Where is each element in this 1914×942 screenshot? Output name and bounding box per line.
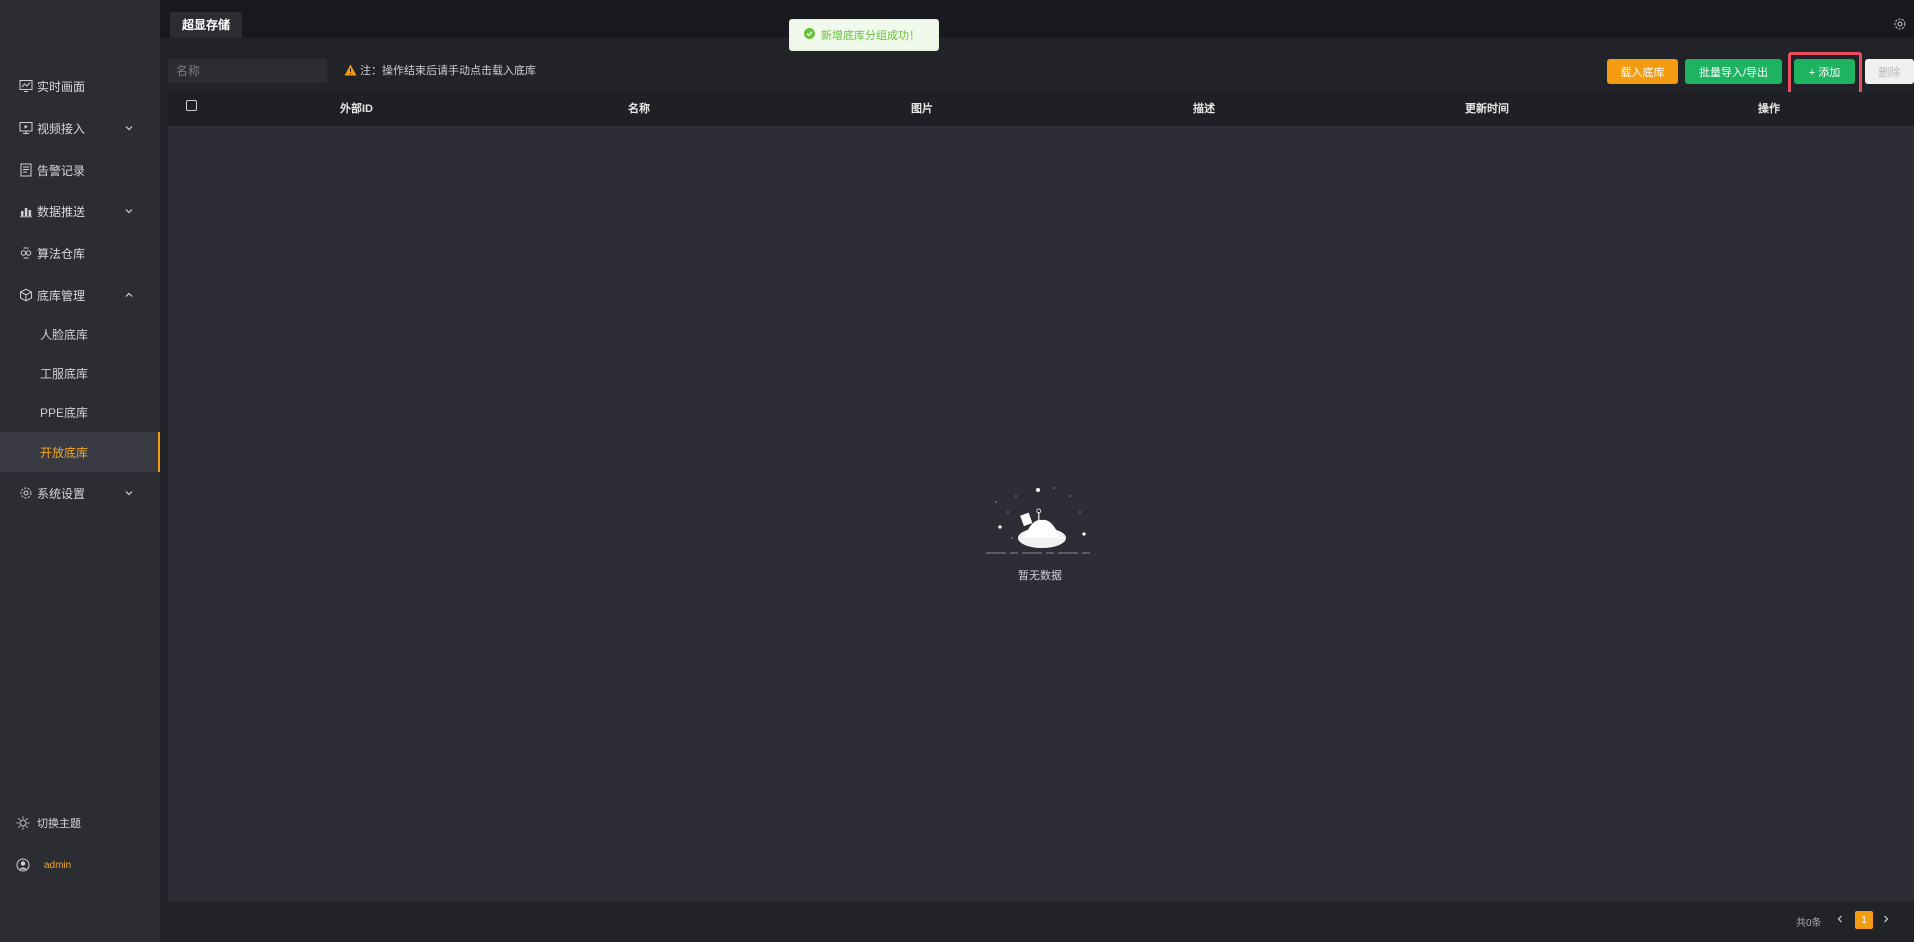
user-menu[interactable]: admin bbox=[0, 850, 160, 880]
algorithm-icon bbox=[19, 246, 33, 260]
success-toast: 新增底库分组成功！ bbox=[789, 19, 939, 51]
column-header: 外部ID bbox=[340, 103, 373, 115]
prev-page-button[interactable] bbox=[1832, 912, 1848, 928]
next-page-button[interactable] bbox=[1878, 912, 1894, 928]
monitor-chart-icon bbox=[19, 79, 33, 93]
chevron-down-icon bbox=[123, 487, 135, 499]
sidebar-subitem-ppe-library[interactable]: PPE底库 bbox=[0, 394, 160, 430]
sidebar-subitem-face-library[interactable]: 人脸底库 bbox=[0, 316, 160, 352]
sidebar-item-label: 系统设置 bbox=[37, 486, 86, 501]
data-push-icon bbox=[19, 204, 33, 218]
sidebar-subitem-label: PPE底库 bbox=[40, 405, 89, 420]
sidebar-subitem-label: 工服底库 bbox=[40, 366, 89, 381]
sidebar-item-label: 视频接入 bbox=[37, 121, 86, 136]
sidebar-item-live-view[interactable]: 实时画面 bbox=[0, 68, 160, 104]
video-screen-icon bbox=[19, 121, 33, 135]
empty-text: 暂无数据 bbox=[1018, 570, 1062, 582]
check-circle-icon bbox=[804, 28, 815, 42]
sidebar-item-label: 告警记录 bbox=[37, 163, 86, 178]
empty-state: 暂无数据 bbox=[980, 482, 1100, 583]
top-bar bbox=[160, 0, 1914, 38]
switch-theme-label: 切换主题 bbox=[37, 818, 81, 830]
tab-storage[interactable]: 超显存储 bbox=[170, 12, 243, 38]
document-list-icon bbox=[19, 163, 33, 177]
table-header: 外部ID 名称 图片 描述 更新时间 操作 bbox=[168, 92, 1914, 126]
sidebar-item-label: 实时画面 bbox=[37, 79, 86, 94]
sun-icon bbox=[16, 816, 30, 830]
column-header: 描述 bbox=[1193, 103, 1215, 115]
avatar-icon bbox=[16, 858, 30, 872]
add-button[interactable]: + 添加 bbox=[1794, 59, 1855, 84]
notice-text: 注：操作结束后请手动点击载入底库 bbox=[360, 65, 536, 77]
page-number-button[interactable]: 1 bbox=[1855, 911, 1873, 929]
batch-import-export-button[interactable]: 批量导入/导出 bbox=[1685, 59, 1782, 84]
sidebar-item-label: 算法仓库 bbox=[37, 246, 86, 261]
chevron-down-icon bbox=[123, 122, 135, 134]
column-header: 图片 bbox=[911, 103, 933, 115]
select-all-checkbox[interactable] bbox=[186, 100, 197, 111]
sidebar-item-algorithm-store[interactable]: 算法仓库 bbox=[0, 235, 160, 271]
notice: 注：操作结束后请手动点击载入底库 bbox=[344, 62, 536, 78]
sidebar-item-label: 底库管理 bbox=[37, 288, 86, 303]
chevron-down-icon bbox=[123, 205, 135, 217]
search-input[interactable] bbox=[168, 59, 327, 83]
sidebar-item-alarm-records[interactable]: 告警记录 bbox=[0, 152, 160, 188]
sidebar-item-video-input[interactable]: 视频接入 bbox=[0, 110, 160, 146]
username-label: admin bbox=[44, 859, 72, 871]
pagination-total: 共0条 bbox=[1796, 918, 1822, 929]
sidebar-subitem-label: 开放底库 bbox=[40, 445, 89, 460]
column-header: 名称 bbox=[628, 103, 650, 115]
chevron-left-icon bbox=[1835, 913, 1845, 927]
gear-icon[interactable] bbox=[1893, 17, 1907, 31]
sidebar-subitem-uniform-library[interactable]: 工服底库 bbox=[0, 355, 160, 391]
delete-button[interactable]: 删除 bbox=[1865, 59, 1914, 84]
sidebar-subitem-open-library[interactable]: 开放底库 bbox=[0, 432, 160, 472]
empty-ufo-icon bbox=[980, 487, 1100, 565]
sidebar-item-label: 数据推送 bbox=[37, 204, 86, 219]
column-header: 操作 bbox=[1758, 103, 1780, 115]
cube-icon bbox=[19, 288, 33, 302]
gear-icon bbox=[19, 486, 33, 500]
chevron-right-icon bbox=[1881, 913, 1891, 927]
toast-message: 新增底库分组成功！ bbox=[821, 30, 920, 42]
column-header: 更新时间 bbox=[1465, 103, 1509, 115]
chevron-up-icon bbox=[123, 289, 135, 301]
sidebar: 实时画面 视频接入 告警记录 数据推送 算法仓库 底库管理 人脸底库 工服底库 … bbox=[0, 0, 160, 942]
sidebar-subitem-label: 人脸底库 bbox=[40, 327, 89, 342]
sidebar-item-library-management[interactable]: 底库管理 bbox=[0, 277, 160, 313]
switch-theme-button[interactable]: 切换主题 bbox=[0, 808, 160, 838]
sidebar-item-system-settings[interactable]: 系统设置 bbox=[0, 475, 160, 511]
load-library-button[interactable]: 载入底库 bbox=[1607, 59, 1678, 84]
sidebar-item-data-push[interactable]: 数据推送 bbox=[0, 193, 160, 229]
warning-icon bbox=[344, 64, 357, 76]
